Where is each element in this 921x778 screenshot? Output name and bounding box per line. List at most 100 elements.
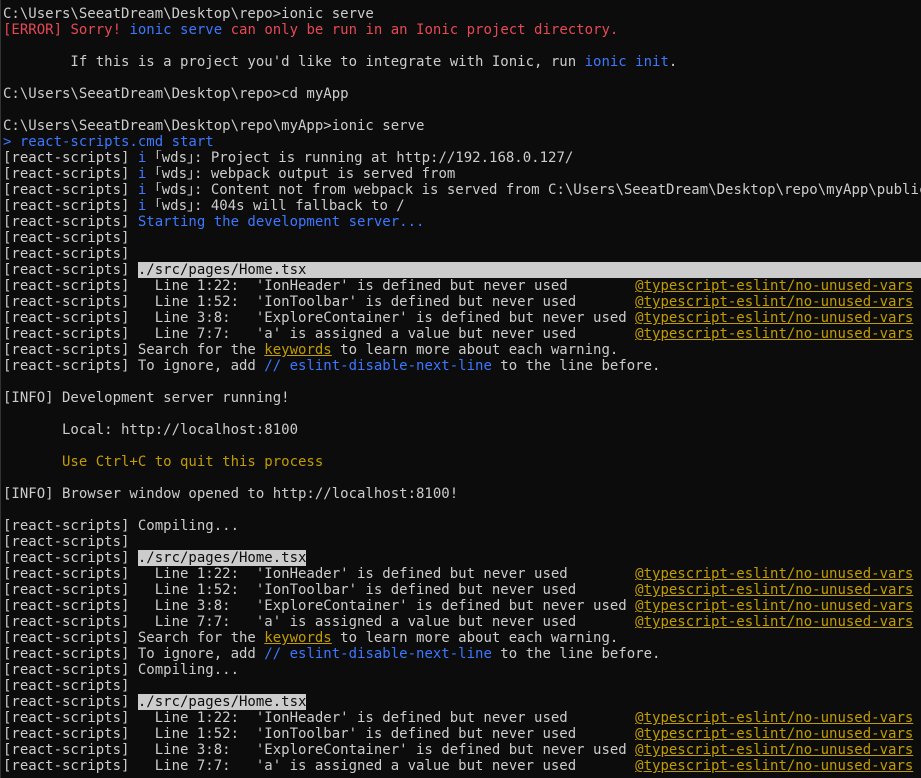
terminal-output: C:\Users\SeeatDream\Desktop\repo>ionic s… (0, 6, 921, 774)
terminal-text: // eslint-disable-next-line (264, 358, 492, 374)
terminal-text: can only be run in an Ionic project dire… (222, 22, 619, 38)
terminal-line: [react-scripts] (3, 678, 921, 694)
terminal-text: [react-scripts] Line 1:22: 'IonHeader' i… (3, 566, 636, 582)
terminal-text: C:\Users\SeeatDream\Desktop\repo>cd myAp… (3, 86, 349, 102)
terminal-text: [react-scripts] To ignore, add (3, 646, 265, 662)
terminal-text: [ERROR] (3, 22, 71, 38)
terminal-text: i (137, 182, 155, 198)
terminal-text: If this is a project you'd like to integ… (3, 54, 585, 70)
terminal-text: ｢wds｣ (154, 166, 195, 182)
terminal-line: [react-scripts] Line 1:52: 'IonToolbar' … (3, 294, 921, 310)
terminal-link[interactable]: @typescript-eslint/no-unused-vars (635, 598, 913, 614)
terminal-text: [react-scripts] (3, 678, 130, 694)
terminal-text: [react-scripts] Line 3:8: 'ExploreContai… (3, 742, 636, 758)
terminal-line: [react-scripts] (3, 534, 921, 550)
file-path-highlight: ./src/pages/Home.tsx (137, 262, 921, 278)
terminal-link[interactable]: @typescript-eslint/no-unused-vars (635, 310, 913, 326)
terminal-text: C:\Users\SeeatDream\Desktop\repo\myApp>i… (3, 118, 425, 134)
terminal-line: [react-scripts] Search for the keywords … (3, 630, 921, 646)
terminal-text: [react-scripts] (3, 230, 130, 246)
terminal-line: [react-scripts] To ignore, add // eslint… (3, 646, 921, 662)
terminal-link[interactable]: @typescript-eslint/no-unused-vars (635, 326, 913, 342)
terminal-line: Local: http://localhost:8100 (3, 422, 921, 438)
terminal-line: [react-scripts] Line 1:22: 'IonHeader' i… (3, 566, 921, 582)
terminal-text: ionic serve (129, 22, 223, 38)
terminal-line: [react-scripts] Line 1:52: 'IonToolbar' … (3, 582, 921, 598)
terminal-text: react-scripts.cmd start (19, 134, 214, 150)
terminal-text: [react-scripts] (3, 182, 138, 198)
terminal-text: to the line before. (491, 358, 661, 374)
terminal-line: [react-scripts] i ｢wds｣: Content not fro… (3, 182, 921, 198)
terminal-text: i (137, 150, 155, 166)
terminal-text: to learn more about each warning. (331, 342, 619, 358)
terminal-link[interactable]: @typescript-eslint/no-unused-vars (635, 582, 913, 598)
terminal-line: [ERROR] Sorry! ionic serve can only be r… (3, 22, 921, 38)
terminal-text: Use Ctrl+C to quit this process (3, 454, 324, 470)
terminal-text: [react-scripts] Line 1:52: 'IonToolbar' … (3, 294, 636, 310)
terminal-text: [react-scripts] Line 3:8: 'ExploreContai… (3, 310, 636, 326)
terminal-line: [react-scripts] ./src/pages/Home.tsx (3, 694, 921, 710)
terminal-text: : Content not from webpack is served fro… (194, 182, 921, 198)
terminal-text: [react-scripts] (3, 166, 138, 182)
terminal-line: [react-scripts] Line 3:8: 'ExploreContai… (3, 742, 921, 758)
terminal-line: [react-scripts] Line 1:22: 'IonHeader' i… (3, 710, 921, 726)
terminal-line: [react-scripts] Starting the development… (3, 214, 921, 230)
terminal-line: [react-scripts] Compiling... (3, 518, 921, 534)
terminal-link[interactable]: @typescript-eslint/no-unused-vars (635, 758, 913, 774)
terminal-text: Starting the development server... (137, 214, 425, 230)
terminal-text: [react-scripts] Search for the (3, 630, 265, 646)
terminal-text: i (137, 166, 155, 182)
terminal-link[interactable]: @typescript-eslint/no-unused-vars (635, 278, 913, 294)
terminal-line: [react-scripts] (3, 230, 921, 246)
terminal-text: [react-scripts] Compiling... (3, 518, 240, 534)
terminal-text: [react-scripts] Line 3:8: 'ExploreContai… (3, 598, 636, 614)
terminal-text: i (137, 198, 155, 214)
terminal-text: to the line before. (491, 646, 661, 662)
terminal-line: If this is a project you'd like to integ… (3, 54, 921, 70)
terminal-line: [react-scripts] Line 1:52: 'IonToolbar' … (3, 726, 921, 742)
terminal-text: // eslint-disable-next-line (264, 646, 492, 662)
terminal-line: [react-scripts] Line 3:8: 'ExploreContai… (3, 310, 921, 326)
terminal-text: ｢wds｣ (154, 150, 195, 166)
terminal-text: [react-scripts] Line 1:22: 'IonHeader' i… (3, 710, 636, 726)
terminal-link[interactable]: @typescript-eslint/no-unused-vars (635, 294, 913, 310)
terminal-line: C:\Users\SeeatDream\Desktop\repo>ionic s… (3, 6, 921, 22)
terminal-text: [react-scripts] (3, 198, 138, 214)
window-border (0, 0, 1, 778)
terminal-line: [react-scripts] Line 7:7: 'a' is assigne… (3, 326, 921, 342)
terminal-link[interactable]: keywords (264, 630, 331, 646)
terminal-text: [react-scripts] (3, 534, 130, 550)
terminal-link[interactable]: @typescript-eslint/no-unused-vars (635, 742, 913, 758)
terminal-link[interactable]: keywords (264, 342, 331, 358)
terminal-line: [react-scripts] (3, 246, 921, 262)
terminal-text: [react-scripts] (3, 150, 138, 166)
terminal-text: to learn more about each warning. (331, 630, 619, 646)
terminal-window[interactable]: C:\Users\SeeatDream\Desktop\repo>ionic s… (0, 0, 921, 778)
terminal-text: : Project is running at http://192.168.0… (194, 150, 574, 166)
terminal-link[interactable]: @typescript-eslint/no-unused-vars (635, 710, 913, 726)
terminal-line: [react-scripts] ./src/pages/Home.tsx (3, 550, 921, 566)
terminal-line: [react-scripts] Line 3:8: 'ExploreContai… (3, 598, 921, 614)
terminal-line: [react-scripts] Line 7:7: 'a' is assigne… (3, 614, 921, 630)
terminal-line: C:\Users\SeeatDream\Desktop\repo>cd myAp… (3, 86, 921, 102)
terminal-link[interactable]: @typescript-eslint/no-unused-vars (635, 614, 913, 630)
file-path-highlight: ./src/pages/Home.tsx (137, 550, 307, 566)
terminal-text: [react-scripts] (3, 550, 138, 566)
terminal-text: : 404s will fallback to / (194, 198, 405, 214)
terminal-line: > react-scripts.cmd start (3, 134, 921, 150)
terminal-text: [react-scripts] (3, 694, 138, 710)
terminal-line: [react-scripts] i ｢wds｣: webpack output … (3, 166, 921, 182)
terminal-line: Use Ctrl+C to quit this process (3, 454, 921, 470)
terminal-text: C:\Users\SeeatDream\Desktop\repo>ionic s… (3, 6, 374, 22)
terminal-text: [react-scripts] Compiling... (3, 662, 240, 678)
terminal-link[interactable]: @typescript-eslint/no-unused-vars (635, 566, 913, 582)
terminal-line: [react-scripts] ./src/pages/Home.tsx (3, 262, 921, 278)
terminal-link[interactable]: @typescript-eslint/no-unused-vars (635, 726, 913, 742)
